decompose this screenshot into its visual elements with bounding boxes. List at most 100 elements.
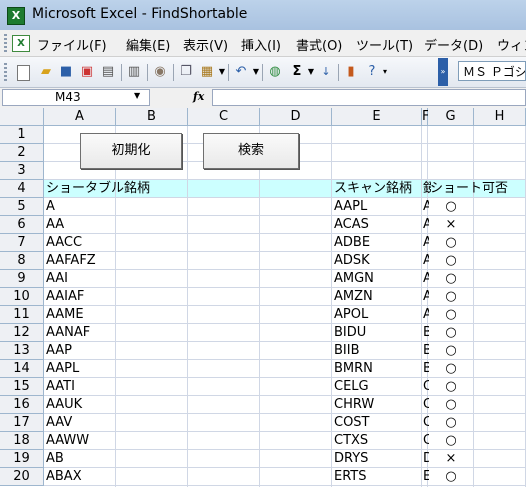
row-header[interactable]: 4 — [0, 180, 44, 198]
cell-scan-symbol[interactable]: CHRW — [334, 396, 420, 414]
cell-short-availability[interactable]: ○ — [428, 414, 474, 432]
row-header[interactable]: 5 — [0, 198, 44, 216]
print-preview-icon[interactable]: ▤ — [100, 64, 116, 80]
cell-short-availability[interactable]: × — [428, 216, 474, 234]
cell-shortable-symbol[interactable]: AAUK — [46, 396, 114, 414]
row-header[interactable]: 13 — [0, 342, 44, 360]
cell-scan-symbol[interactable]: ACAS — [334, 216, 420, 234]
cell-scan-symbol[interactable]: AMZN — [334, 288, 420, 306]
name-box-dropdown-icon[interactable]: ▼ — [134, 91, 140, 100]
cell-short-availability[interactable]: ○ — [428, 378, 474, 396]
permission-icon[interactable]: ▣ — [79, 64, 95, 80]
cell-scan-symbol[interactable]: AMGN — [334, 270, 420, 288]
row-header[interactable]: 16 — [0, 396, 44, 414]
hyperlink-icon[interactable]: ◍ — [267, 64, 283, 80]
cell-scan-symbol[interactable]: COST — [334, 414, 420, 432]
row-header[interactable]: 12 — [0, 324, 44, 342]
cell-short-availability[interactable]: ○ — [428, 198, 474, 216]
menu-edit[interactable]: 編集(E) — [126, 35, 170, 54]
row-header[interactable]: 7 — [0, 234, 44, 252]
cell-short-availability[interactable]: ○ — [428, 342, 474, 360]
open-folder-icon[interactable]: ▰ — [38, 64, 54, 80]
cell-short-availability[interactable]: ○ — [428, 252, 474, 270]
cell-scan-symbol[interactable]: AAPL — [334, 198, 420, 216]
toolbar-grip-handle[interactable] — [4, 63, 7, 81]
menu-data[interactable]: データ(D) — [424, 35, 483, 54]
menu-window[interactable]: ウィン — [497, 35, 526, 54]
row-header[interactable]: 10 — [0, 288, 44, 306]
row-header[interactable]: 11 — [0, 306, 44, 324]
help-icon[interactable]: ? — [364, 64, 380, 80]
row-header[interactable]: 2 — [0, 144, 44, 162]
copy-icon[interactable]: ❐ — [178, 64, 194, 80]
sort-ascending-icon[interactable]: ↓ — [318, 64, 334, 80]
row-header[interactable]: 14 — [0, 360, 44, 378]
cell-scan-symbol[interactable]: APOL — [334, 306, 420, 324]
new-document-icon[interactable] — [17, 65, 30, 81]
menu-view[interactable]: 表示(V) — [183, 35, 228, 54]
cell-short-availability[interactable]: × — [428, 450, 474, 468]
column-header-g[interactable]: G — [428, 108, 474, 126]
cell-shortable-symbol[interactable]: AB — [46, 450, 114, 468]
row-header[interactable]: 6 — [0, 216, 44, 234]
save-icon[interactable]: ■ — [58, 64, 74, 80]
column-header-a[interactable]: A — [44, 108, 116, 126]
cell-scan-symbol[interactable]: BIIB — [334, 342, 420, 360]
cell-shortable-symbol[interactable]: AAV — [46, 414, 114, 432]
formula-input[interactable] — [212, 89, 526, 106]
cell-scan-symbol[interactable]: CELG — [334, 378, 420, 396]
undo-icon[interactable]: ↶ — [233, 64, 249, 80]
select-all-corner[interactable] — [0, 108, 44, 126]
row-header[interactable]: 9 — [0, 270, 44, 288]
excel-icon[interactable]: X — [7, 7, 25, 25]
cell-shortable-symbol[interactable]: AAWW — [46, 432, 114, 450]
cell-short-availability[interactable]: ○ — [428, 234, 474, 252]
cell-shortable-symbol[interactable]: AA — [46, 216, 114, 234]
name-box[interactable]: M43 — [2, 89, 150, 106]
toolbar-options-icon[interactable]: » — [438, 58, 448, 86]
cell-shortable-symbol[interactable]: AAIAF — [46, 288, 114, 306]
autosum-dropdown-icon[interactable]: ▼ — [303, 64, 319, 80]
cell-scan-symbol[interactable]: BIDU — [334, 324, 420, 342]
menu-file[interactable]: ファイル(F) — [37, 35, 107, 54]
cell-shortable-symbol[interactable]: AATI — [46, 378, 114, 396]
column-header-b[interactable]: B — [116, 108, 188, 126]
cell-shortable-symbol[interactable]: AAFAFZ — [46, 252, 114, 270]
zoom-dropdown-icon[interactable]: ▾ — [381, 58, 389, 86]
cell-shortable-symbol[interactable]: AANAF — [46, 324, 114, 342]
cell-shortable-symbol[interactable]: AAI — [46, 270, 114, 288]
cell-short-availability[interactable]: ○ — [428, 432, 474, 450]
menu-grip-handle[interactable] — [4, 34, 7, 52]
cell-scan-symbol[interactable]: BMRN — [334, 360, 420, 378]
row-header[interactable]: 19 — [0, 450, 44, 468]
print-icon[interactable]: ▥ — [126, 64, 142, 80]
cell-short-availability[interactable]: ○ — [428, 270, 474, 288]
cell-shortable-symbol[interactable]: AAME — [46, 306, 114, 324]
insert-function-icon[interactable]: fx — [193, 90, 204, 103]
cell-shortable-symbol[interactable]: AAPL — [46, 360, 114, 378]
menu-format[interactable]: 書式(O) — [296, 35, 342, 54]
row-header[interactable]: 15 — [0, 378, 44, 396]
cell-scan-symbol[interactable]: ADSK — [334, 252, 420, 270]
cell-short-availability[interactable]: ○ — [428, 360, 474, 378]
column-header-h[interactable]: H — [474, 108, 526, 126]
cell-short-availability[interactable]: ○ — [428, 288, 474, 306]
font-name-box[interactable]: ＭＳ Ｐゴシック — [458, 61, 526, 81]
row-header[interactable]: 8 — [0, 252, 44, 270]
column-header-c[interactable]: C — [188, 108, 260, 126]
row-header[interactable]: 1 — [0, 126, 44, 144]
column-header-d[interactable]: D — [260, 108, 332, 126]
cell-short-availability[interactable]: ○ — [428, 324, 474, 342]
menu-tools[interactable]: ツール(T) — [356, 35, 413, 54]
cell-scan-symbol[interactable]: CTXS — [334, 432, 420, 450]
cell-shortable-symbol[interactable]: AACC — [46, 234, 114, 252]
cell-shortable-symbol[interactable]: ABAX — [46, 468, 114, 486]
column-header-e[interactable]: E — [332, 108, 422, 126]
workbook-icon[interactable]: X — [12, 35, 30, 52]
menu-insert[interactable]: 挿入(I) — [241, 35, 281, 54]
research-icon[interactable]: ◉ — [152, 64, 168, 80]
row-header[interactable]: 20 — [0, 468, 44, 486]
cell-scan-symbol[interactable]: ADBE — [334, 234, 420, 252]
cell-shortable-symbol[interactable]: AAP — [46, 342, 114, 360]
row-header[interactable]: 3 — [0, 162, 44, 180]
